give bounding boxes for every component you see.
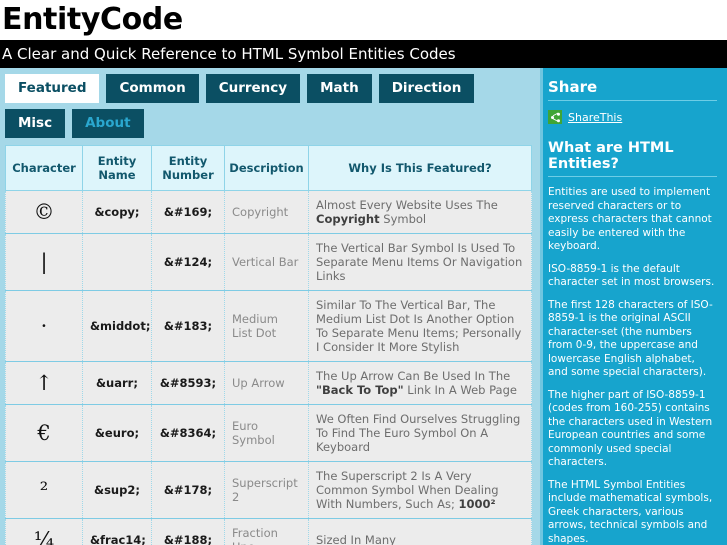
tab-about[interactable]: About: [72, 109, 144, 138]
cell-why: Similar To The Vertical Bar, The Medium …: [308, 290, 532, 362]
why-text-bold: Copyright: [316, 212, 380, 226]
site-tagline: A Clear and Quick Reference to HTML Symb…: [2, 45, 456, 63]
cell-entity-name: &middot;: [82, 290, 152, 362]
cell-description: Medium List Dot: [224, 290, 309, 362]
why-text-pre: Similar To The Vertical Bar, The Medium …: [316, 298, 522, 354]
tab-direction[interactable]: Direction: [378, 74, 475, 103]
cell-description: Vertical Bar: [224, 233, 309, 291]
entity-table: Character Entity Name Entity Number Descrip…: [5, 145, 532, 545]
cell-entity-number: &#188;: [151, 518, 225, 545]
table-header-row: Character Entity Name Entity Number Descrip…: [5, 145, 532, 191]
column-header: Description: [224, 145, 309, 191]
cell-why: The Superscript 2 Is A Very Common Symbo…: [308, 461, 532, 519]
cell-entity-number: &#178;: [151, 461, 225, 519]
why-text-pre: The Vertical Bar Symbol Is Used To Separ…: [316, 241, 523, 283]
column-header: Entity Name: [82, 145, 152, 191]
cell-character: ¼: [5, 518, 83, 545]
cell-entity-number: &#183;: [151, 290, 225, 362]
cell-character: ²: [5, 461, 83, 519]
tab-featured[interactable]: Featured: [5, 74, 100, 103]
cell-description: Superscript 2: [224, 461, 309, 519]
cell-character: ©: [5, 190, 83, 234]
cell-why: The Vertical Bar Symbol Is Used To Separ…: [308, 233, 532, 291]
why-text-bold: 1000²: [458, 497, 496, 511]
cell-why: We Often Find Ourselves Struggling To Fi…: [308, 404, 532, 462]
sidebar-paragraph: The HTML Symbol Entities include mathema…: [548, 478, 713, 545]
cell-character: ↑: [5, 361, 83, 405]
cell-description: Euro Symbol: [224, 404, 309, 462]
cell-character: €: [5, 404, 83, 462]
share-heading: Share: [548, 78, 717, 101]
cell-description: Fraction Une: [224, 518, 309, 545]
site-header: EntityCode: [0, 0, 727, 40]
why-text-pre: Almost Every Website Uses The: [316, 198, 498, 212]
page-title: EntityCode: [2, 2, 183, 37]
tab-bar: Featured Common Currency Math Direction Misc A…: [5, 74, 532, 145]
tagline-bar: A Clear and Quick Reference to HTML Symb…: [0, 40, 727, 68]
sharethis-link[interactable]: ShareThis: [568, 111, 622, 124]
page-body: Featured Common Currency Math Direction Misc A…: [0, 68, 727, 545]
share-row[interactable]: ShareThis: [548, 110, 717, 124]
cell-character: |: [5, 233, 83, 291]
cell-description: Up Arrow: [224, 361, 309, 405]
entity-table-head: Character Entity Name Entity Number Descrip…: [5, 145, 532, 191]
column-header: Character: [5, 145, 83, 191]
sidebar-paragraph: The higher part of ISO-8859-1 (codes fro…: [548, 388, 713, 469]
cell-entity-number: &#8364;: [151, 404, 225, 462]
entities-heading: What are HTML Entities?: [548, 140, 717, 177]
cell-entity-name: &copy;: [82, 190, 152, 234]
entity-table-body: © &copy; &#169; Copyright Almost Every Websi…: [5, 190, 532, 545]
cell-entity-number: &#8593;: [151, 361, 225, 405]
table-row: € &euro; &#8364; Euro Symbol We Often Find O…: [5, 404, 532, 462]
table-row: ¼&frac14;&#188;Fraction Une Sized In Many: [5, 518, 532, 545]
table-row: © &copy; &#169; Copyright Almost Every Websi…: [5, 190, 532, 234]
table-row: | &#124; Vertical Bar The Vertical Bar Symb…: [5, 233, 532, 291]
cell-entity-name: [82, 233, 152, 291]
cell-why: The Up Arrow Can Be Used In The "Back To…: [308, 361, 532, 405]
cell-entity-name: &euro;: [82, 404, 152, 462]
sidebar-paragraph: ISO-8859-1 is the default character set …: [548, 262, 715, 289]
cell-character: ·: [5, 290, 83, 362]
why-text-bold: "Back To Top": [316, 383, 404, 397]
cell-entity-name: &sup2;: [82, 461, 152, 519]
tab-common[interactable]: Common: [106, 74, 199, 103]
table-row: ↑ &uarr; &#8593; Up Arrow The Up Arrow Can B…: [5, 361, 532, 405]
table-row: ² &sup2; &#178; Superscript 2 The Superscrip…: [5, 461, 532, 519]
why-text-pre: Sized In Many: [316, 533, 396, 545]
tab-misc[interactable]: Misc: [5, 109, 66, 138]
sidebar-paragraphs: Entities are used to implement reserved …: [548, 186, 717, 545]
cell-description: Copyright: [224, 190, 309, 234]
why-text-post: Link In A Web Page: [403, 383, 517, 397]
tab-math[interactable]: Math: [307, 74, 372, 103]
cell-entity-name: &frac14;: [82, 518, 152, 545]
main-content: Featured Common Currency Math Direction Misc A…: [0, 68, 540, 545]
cell-why: Almost Every Website Uses The Copyright …: [308, 190, 532, 234]
sidebar-paragraph: Entities are used to implement reserved …: [548, 186, 712, 252]
why-text-post: Symbol: [379, 212, 427, 226]
cell-entity-number: &#124;: [151, 233, 225, 291]
sidebar-paragraph: The first 128 characters of ISO-8859-1 i…: [548, 298, 713, 379]
share-icon: [548, 110, 562, 124]
page-root: EntityCode A Clear and Quick Reference t…: [0, 0, 727, 545]
cell-entity-number: &#169;: [151, 190, 225, 234]
column-header: Entity Number: [151, 145, 225, 191]
column-header: Why Is This Featured?: [308, 145, 532, 191]
why-text-pre: The Up Arrow Can Be Used In The: [316, 369, 511, 383]
cell-why: Sized In Many: [308, 518, 532, 545]
why-text-pre: We Often Find Ourselves Struggling To Fi…: [316, 412, 521, 454]
tab-currency[interactable]: Currency: [205, 74, 301, 103]
cell-entity-name: &uarr;: [82, 361, 152, 405]
table-row: · &middot; &#183; Medium List Dot Similar To…: [5, 290, 532, 362]
sidebar: Share ShareThis What are HTML Entities? …: [540, 68, 727, 545]
